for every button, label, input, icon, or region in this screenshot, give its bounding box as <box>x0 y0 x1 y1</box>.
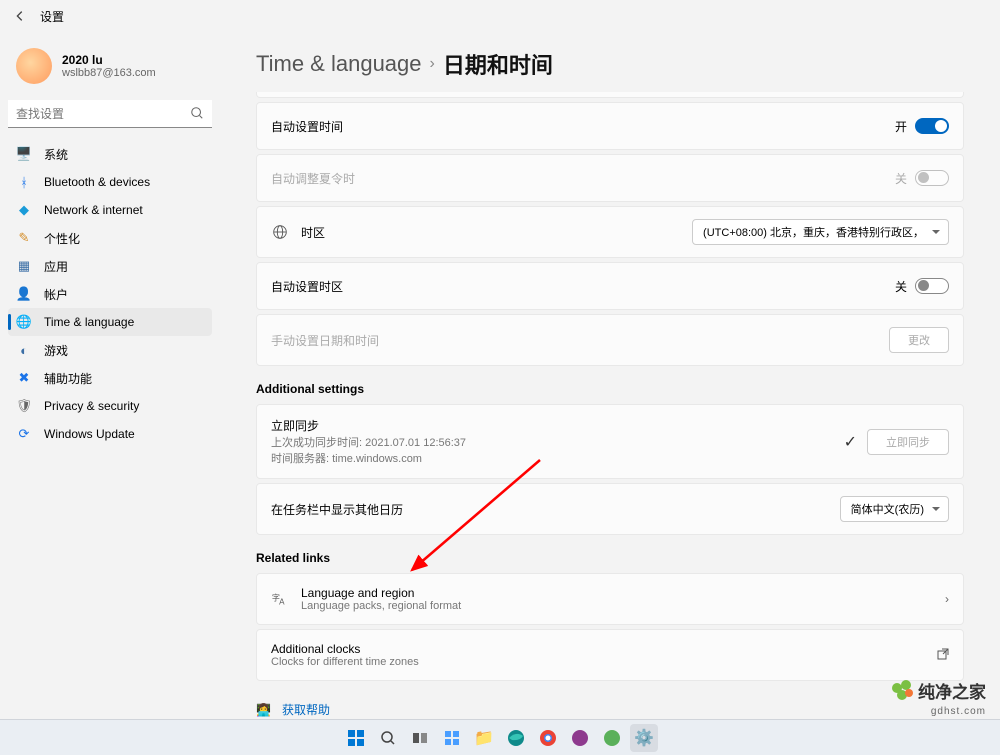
chevron-right-icon: › <box>945 592 949 606</box>
watermark-logo <box>892 680 914 702</box>
nav-label: 系统 <box>44 146 68 163</box>
check-icon: ✓ <box>844 432 857 452</box>
svg-text:A: A <box>279 597 285 606</box>
sidebar-item-9[interactable]: 🛡 Privacy & security <box>8 392 212 420</box>
taskbar-app1[interactable] <box>566 724 594 752</box>
profile-name: 2020 lu <box>62 53 156 67</box>
taskbar-app2[interactable] <box>598 724 626 752</box>
breadcrumb: Time & language › 日期和时间 <box>256 48 964 80</box>
row-language-region[interactable]: 字A Language and region Language packs, r… <box>256 573 964 625</box>
nav-label: 应用 <box>44 258 68 275</box>
globe-icon <box>271 223 289 241</box>
nav-icon: 🛡 <box>16 398 32 414</box>
sidebar-item-5[interactable]: 👤 帐户 <box>8 280 212 308</box>
nav-label: Time & language <box>44 315 134 329</box>
row-auto-time[interactable]: 自动设置时间 开 <box>256 102 964 150</box>
nav-label: 辅助功能 <box>44 370 92 387</box>
calendar-dropdown[interactable]: 简体中文(农历) <box>840 496 949 522</box>
language-icon: 字A <box>271 589 289 610</box>
link-help[interactable]: 👩‍💻 获取帮助 <box>256 701 964 718</box>
sidebar-item-6[interactable]: 🌐 Time & language <box>8 308 212 336</box>
sidebar-item-0[interactable]: 🖥️ 系统 <box>8 140 212 168</box>
taskbar-settings[interactable]: ⚙️ <box>630 724 658 752</box>
change-button: 更改 <box>889 327 949 353</box>
taskbar-search[interactable] <box>374 724 402 752</box>
nav-icon: ◐ <box>16 342 32 358</box>
breadcrumb-parent[interactable]: Time & language <box>256 51 422 77</box>
nav-icon: ✖ <box>16 370 32 386</box>
row-manual-time: 手动设置日期和时间 更改 <box>256 314 964 366</box>
sidebar-item-8[interactable]: ✖ 辅助功能 <box>8 364 212 392</box>
row-timezone[interactable]: 时区 (UTC+08:00) 北京，重庆，香港特别行政区， <box>256 206 964 258</box>
sidebar-item-10[interactable]: ⟳ Windows Update <box>8 420 212 448</box>
row-dst: 自动调整夏令时 关 <box>256 154 964 202</box>
back-button[interactable] <box>10 6 30 26</box>
sidebar-item-3[interactable]: ✎ 个性化 <box>8 224 212 252</box>
toggle-dst <box>915 170 949 186</box>
section-additional: Additional settings <box>256 382 964 396</box>
nav-icon: 👤 <box>16 286 32 302</box>
taskbar-chrome[interactable] <box>534 724 562 752</box>
breadcrumb-current: 日期和时间 <box>443 48 553 80</box>
nav-icon: 🖥️ <box>16 146 32 162</box>
nav-icon: ◆ <box>16 202 32 218</box>
search-box[interactable] <box>8 100 212 128</box>
section-related: Related links <box>256 551 964 565</box>
watermark: 纯净之家 <box>892 678 986 703</box>
sidebar-item-7[interactable]: ◐ 游戏 <box>8 336 212 364</box>
profile-email: wslbb87@163.com <box>62 67 156 79</box>
nav-icon: ▦ <box>16 258 32 274</box>
row-additional-clocks[interactable]: Additional clocks Clocks for different t… <box>256 629 964 681</box>
nav-label: Network & internet <box>44 203 143 217</box>
open-external-icon <box>937 648 949 663</box>
nav-icon: ᚼ <box>16 174 32 190</box>
row-taskbar-calendar[interactable]: 在任务栏中显示其他日历 简体中文(农历) <box>256 483 964 535</box>
search-icon <box>190 106 204 125</box>
sync-now-button[interactable]: 立即同步 <box>867 429 949 455</box>
sidebar-item-2[interactable]: ◆ Network & internet <box>8 196 212 224</box>
sidebar-item-1[interactable]: ᚼ Bluetooth & devices <box>8 168 212 196</box>
taskbar-explorer[interactable]: 📁 <box>470 724 498 752</box>
search-input[interactable] <box>8 100 212 128</box>
nav-icon: ⟳ <box>16 426 32 442</box>
nav-label: 帐户 <box>44 286 68 303</box>
nav-icon: 🌐 <box>16 314 32 330</box>
nav-label: Privacy & security <box>44 399 139 413</box>
row-auto-timezone[interactable]: 自动设置时区 关 <box>256 262 964 310</box>
toggle-auto-timezone[interactable] <box>915 278 949 294</box>
nav-label: 个性化 <box>44 230 80 247</box>
taskbar-start[interactable] <box>342 724 370 752</box>
nav-label: 游戏 <box>44 342 68 359</box>
sidebar: 2020 lu wslbb87@163.com 🖥️ 系统 ᚼ Bluetooth &… <box>0 32 220 755</box>
toggle-auto-time[interactable] <box>915 118 949 134</box>
nav-label: Bluetooth & devices <box>44 175 150 189</box>
taskbar[interactable]: 📁 ⚙️ <box>0 719 1000 755</box>
watermark-url: gdhst.com <box>931 706 986 717</box>
avatar <box>16 48 52 84</box>
timezone-dropdown[interactable]: (UTC+08:00) 北京，重庆，香港特别行政区， <box>692 219 949 245</box>
row-sync-now: 立即同步 上次成功同步时间: 2021.07.01 12:56:37 时间服务器… <box>256 404 964 479</box>
sidebar-item-4[interactable]: ▦ 应用 <box>8 252 212 280</box>
main-content: Time & language › 日期和时间 自动设置时间 开 自动调整夏令时… <box>220 32 1000 755</box>
chevron-right-icon: › <box>430 55 435 73</box>
taskbar-taskview[interactable] <box>406 724 434 752</box>
window-title: 设置 <box>40 8 64 25</box>
taskbar-edge[interactable] <box>502 724 530 752</box>
taskbar-widgets[interactable] <box>438 724 466 752</box>
nav-icon: ✎ <box>16 230 32 246</box>
profile[interactable]: 2020 lu wslbb87@163.com <box>8 40 212 92</box>
help-icon: 👩‍💻 <box>256 703 272 717</box>
nav-label: Windows Update <box>44 427 135 441</box>
